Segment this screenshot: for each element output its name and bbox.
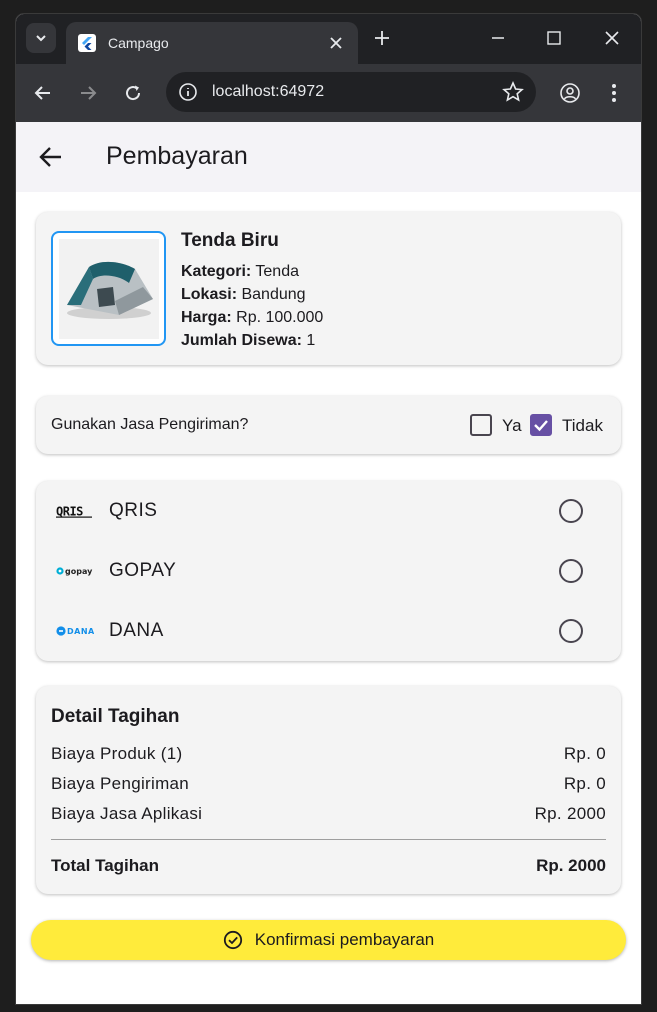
location-row: Lokasi: Bandung xyxy=(181,283,323,306)
back-nav-icon[interactable] xyxy=(30,80,56,106)
total-label: Total Tagihan xyxy=(51,856,159,875)
qris-radio[interactable] xyxy=(559,499,583,523)
product-card: Tenda Biru Kategori: Tenda Lokasi: Bandu… xyxy=(36,212,621,365)
payment-name-qris: QRIS xyxy=(109,500,158,521)
qty-value: 1 xyxy=(306,332,316,349)
price-label: Harga: xyxy=(181,309,232,326)
gopay-logo-icon: gopay xyxy=(56,563,94,579)
price-value: Rp. 100.000 xyxy=(236,309,324,326)
reload-icon[interactable] xyxy=(120,80,146,106)
browser-tab[interactable]: Campago xyxy=(66,22,358,64)
bill-row-label: Biaya Jasa Aplikasi xyxy=(51,804,203,823)
product-name: Tenda Biru xyxy=(181,230,279,251)
tent-image xyxy=(51,231,166,346)
check-icon xyxy=(534,420,548,432)
forward-nav-icon[interactable] xyxy=(75,80,101,106)
flutter-icon xyxy=(78,34,96,52)
bill-row-value: Rp. 2000 xyxy=(534,804,606,823)
site-info-icon[interactable] xyxy=(178,82,198,102)
app-page: Pembayaran Tenda Biru Kategori: Tenda Lo… xyxy=(16,122,641,1004)
profile-icon[interactable] xyxy=(556,79,584,107)
bill-row: Biaya Pengiriman Rp. 0 xyxy=(51,774,606,794)
bill-total-row: Total Tagihan Rp. 2000 xyxy=(51,856,606,876)
browser-window: Campago localhost:64972 Pembayaran Tenda… xyxy=(16,14,641,1004)
gopay-radio[interactable] xyxy=(559,559,583,583)
check-circle-icon xyxy=(223,930,243,950)
location-label: Lokasi: xyxy=(181,286,238,303)
price-row: Harga: Rp. 100.000 xyxy=(181,306,323,329)
confirm-payment-button[interactable]: Konfirmasi pembayaran xyxy=(31,920,626,960)
shipping-yes-label: Ya xyxy=(502,416,522,435)
app-bar: Pembayaran xyxy=(16,122,641,192)
maximize-icon[interactable] xyxy=(542,26,566,50)
chevron-down-icon xyxy=(36,35,46,42)
close-tab-icon[interactable] xyxy=(326,33,346,53)
confirm-label: Konfirmasi pembayaran xyxy=(254,930,435,949)
qty-label: Jumlah Disewa: xyxy=(181,332,302,349)
tab-search-button[interactable] xyxy=(26,23,56,53)
total-value: Rp. 2000 xyxy=(536,856,606,875)
bill-row: Biaya Produk (1) Rp. 0 xyxy=(51,744,606,764)
category-row: Kategori: Tenda xyxy=(181,260,323,283)
dana-logo-icon: DANA xyxy=(56,623,94,639)
payment-name-gopay: GOPAY xyxy=(109,560,177,581)
svg-text:QRIS: QRIS xyxy=(56,505,83,519)
bill-title: Detail Tagihan xyxy=(51,706,180,727)
product-info: Tenda Biru Kategori: Tenda Lokasi: Bandu… xyxy=(181,230,323,352)
category-label: Kategori: xyxy=(181,263,252,280)
payment-option-dana[interactable]: DANA DANA xyxy=(36,601,621,661)
new-tab-icon[interactable] xyxy=(370,26,394,50)
shipping-question: Gunakan Jasa Pengiriman? xyxy=(51,416,249,433)
back-arrow-icon[interactable] xyxy=(38,145,64,169)
bill-row-value: Rp. 0 xyxy=(563,744,606,763)
bill-row-label: Biaya Produk (1) xyxy=(51,744,183,763)
payment-methods-card: QRIS QRIS gopay GOPAY DANA DANA xyxy=(36,481,621,661)
address-bar[interactable]: localhost:64972 xyxy=(166,72,536,112)
dana-radio[interactable] xyxy=(559,619,583,643)
shipping-no-checkbox[interactable] xyxy=(530,414,552,436)
location-value: Bandung xyxy=(241,286,306,303)
svg-text:gopay: gopay xyxy=(65,567,93,576)
bill-row-value: Rp. 0 xyxy=(563,774,606,793)
minimize-icon[interactable] xyxy=(486,26,510,50)
browser-toolbar: localhost:64972 xyxy=(16,64,641,122)
url-text: localhost:64972 xyxy=(212,83,325,100)
tab-title: Campago xyxy=(108,35,169,51)
qty-row: Jumlah Disewa: 1 xyxy=(181,329,323,352)
bill-row-label: Biaya Pengiriman xyxy=(51,774,190,793)
payment-name-dana: DANA xyxy=(109,620,164,641)
bill-detail-card: Detail Tagihan Biaya Produk (1) Rp. 0 Bi… xyxy=(36,686,621,894)
bookmark-star-icon[interactable] xyxy=(502,81,524,103)
shipping-card: Gunakan Jasa Pengiriman? Ya Tidak xyxy=(36,396,621,454)
shipping-yes-checkbox[interactable] xyxy=(470,414,492,436)
title-bar: Campago xyxy=(16,14,641,64)
payment-option-gopay[interactable]: gopay GOPAY xyxy=(36,541,621,601)
bill-divider xyxy=(51,839,606,840)
shipping-no-label: Tidak xyxy=(562,416,603,435)
category-value: Tenda xyxy=(255,263,299,280)
payment-option-qris[interactable]: QRIS QRIS xyxy=(36,481,621,541)
qris-logo-icon: QRIS xyxy=(56,503,94,519)
page-title: Pembayaran xyxy=(106,142,248,170)
bill-row: Biaya Jasa Aplikasi Rp. 2000 xyxy=(51,804,606,824)
svg-text:DANA: DANA xyxy=(67,627,94,636)
menu-dots-icon[interactable] xyxy=(601,80,627,106)
close-window-icon[interactable] xyxy=(600,26,624,50)
